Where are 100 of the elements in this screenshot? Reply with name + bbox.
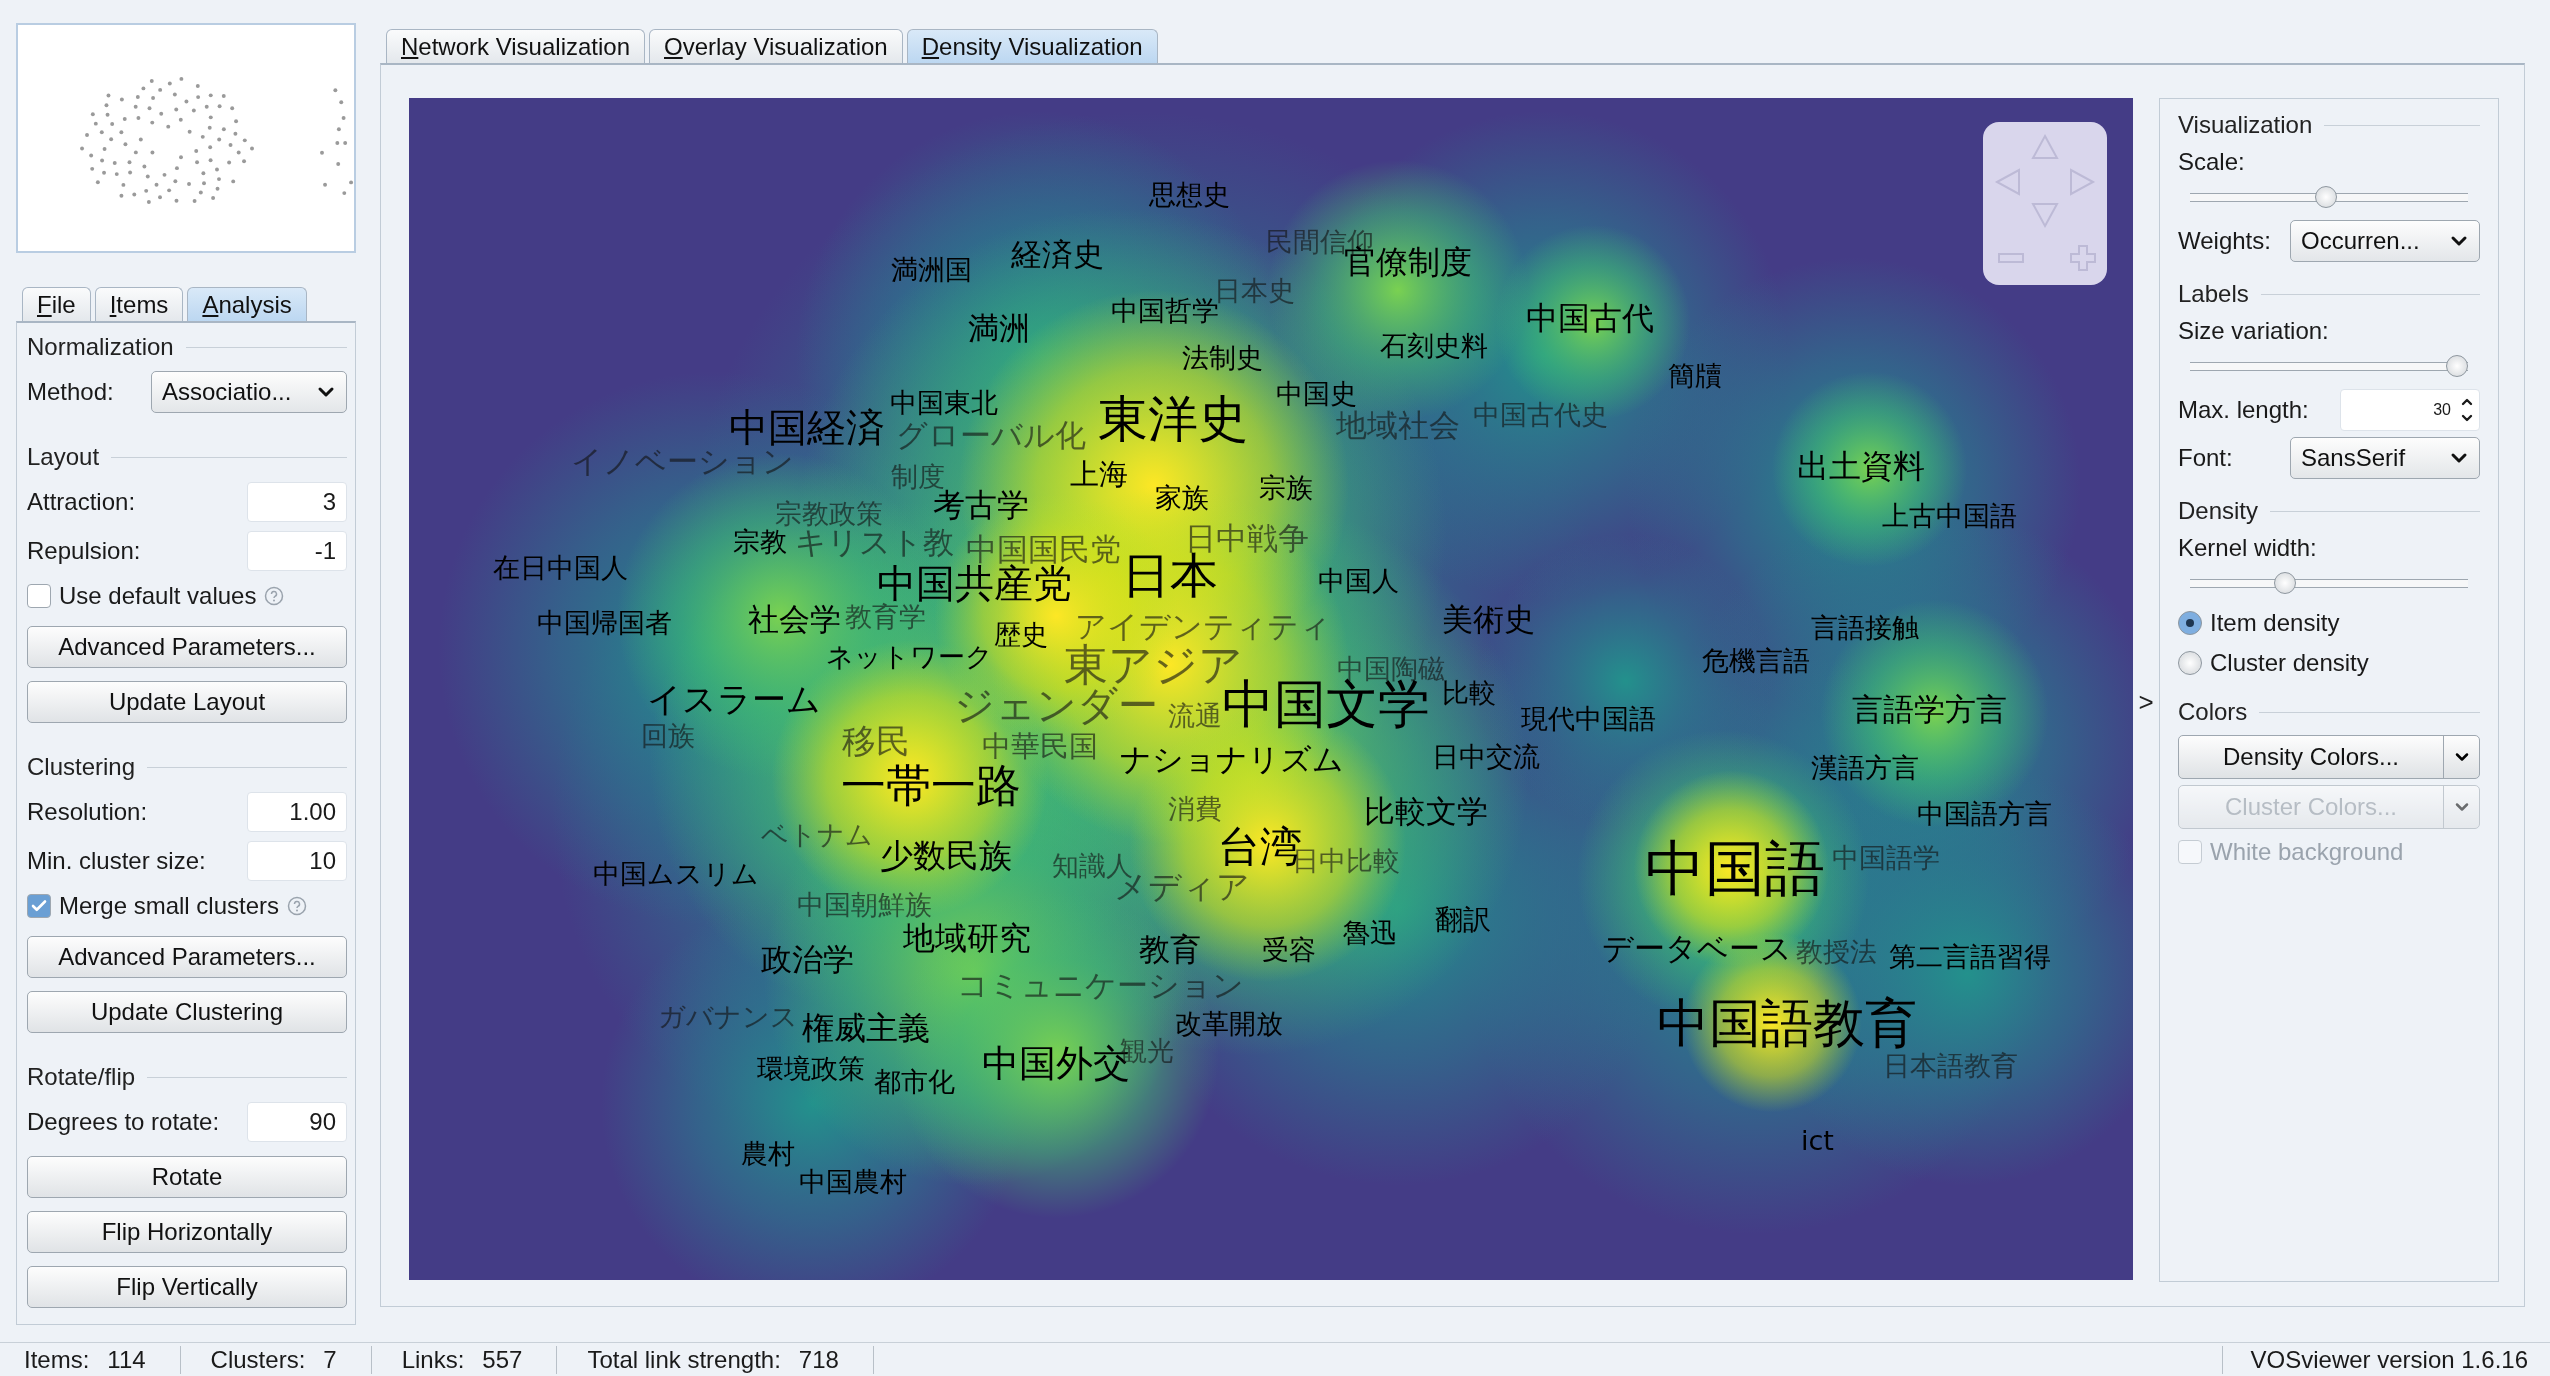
map-label[interactable]: 漢語方言: [1810, 753, 1919, 781]
panel-toggle[interactable]: >: [2133, 686, 2159, 718]
map-label[interactable]: 中国朝鮮族: [796, 890, 932, 918]
map-label[interactable]: 権威主義: [802, 1011, 930, 1044]
action-button[interactable]: Update Clustering: [27, 991, 347, 1033]
map-label[interactable]: 上古中国語: [1881, 501, 2017, 529]
map-label[interactable]: 中国経済: [729, 407, 886, 447]
map-label[interactable]: 消費: [1167, 794, 1222, 822]
map-label[interactable]: 一帯一路: [841, 762, 1022, 808]
map-label[interactable]: 中国東北: [890, 388, 999, 416]
map-label[interactable]: データベース: [1602, 932, 1793, 964]
map-label[interactable]: 地域研究: [902, 922, 1031, 955]
slider-thumb[interactable]: [2315, 186, 2338, 208]
map-label[interactable]: 言語接触: [1810, 613, 1919, 641]
map-label[interactable]: 言語学方言: [1852, 693, 2008, 725]
map-label[interactable]: 歴史: [993, 620, 1048, 648]
number-field[interactable]: 90: [247, 1102, 347, 1142]
checkbox[interactable]: [27, 894, 51, 918]
map-label[interactable]: 宗教: [733, 527, 788, 555]
map-label[interactable]: 石刻史料: [1379, 331, 1488, 359]
action-button[interactable]: Flip Horizontally: [27, 1211, 347, 1253]
map-label[interactable]: 中国語: [1644, 838, 1825, 899]
map-label[interactable]: 中国農村: [799, 1167, 907, 1195]
map-label[interactable]: 中国国民党: [965, 533, 1121, 565]
weights-dropdown[interactable]: Occurren...: [2290, 220, 2480, 262]
map-label[interactable]: 政治学: [760, 943, 854, 975]
map-label[interactable]: コミュニケーション: [956, 969, 1244, 1001]
map-label[interactable]: 中国語教育: [1656, 996, 1917, 1049]
navigation-pad[interactable]: [1983, 122, 2107, 285]
map-label[interactable]: 満洲国: [890, 255, 972, 283]
colors-button[interactable]: Density Colors...: [2179, 736, 2443, 778]
map-label[interactable]: グローバル化: [896, 419, 1087, 451]
map-label[interactable]: 流通: [1167, 701, 1222, 729]
network-overview-thumbnail[interactable]: [16, 23, 356, 253]
map-label[interactable]: 教育: [1139, 934, 1202, 965]
map-label[interactable]: 中国人: [1318, 566, 1400, 594]
map-label[interactable]: 中国ムスリム: [592, 859, 759, 887]
checkbox[interactable]: [27, 584, 51, 608]
map-label[interactable]: 中国古代: [1525, 301, 1654, 334]
map-label[interactable]: 中国共産党: [877, 563, 1073, 603]
radio-button[interactable]: [2178, 651, 2202, 675]
number-field[interactable]: 3: [247, 482, 347, 522]
font-dropdown[interactable]: SansSerif: [2290, 437, 2480, 479]
action-button[interactable]: Advanced Parameters...: [27, 936, 347, 978]
map-label[interactable]: 比較文学: [1363, 795, 1488, 827]
action-button[interactable]: Update Layout: [27, 681, 347, 723]
radio-button[interactable]: [2178, 611, 2202, 635]
help-icon[interactable]: [264, 586, 285, 606]
map-label[interactable]: 出土資料: [1797, 449, 1926, 482]
action-button[interactable]: Advanced Parameters...: [27, 626, 347, 668]
number-field[interactable]: 10: [247, 841, 347, 881]
map-label[interactable]: 教育学: [845, 602, 927, 630]
map-label[interactable]: 在日中国人: [492, 553, 628, 581]
map-label[interactable]: 東洋史: [1098, 393, 1249, 444]
map-label[interactable]: ネットワーク: [826, 642, 994, 670]
panel-tab[interactable]: File: [22, 287, 91, 321]
map-label[interactable]: 環境政策: [756, 1054, 865, 1082]
number-field[interactable]: 1.00: [247, 792, 347, 832]
view-tab[interactable]: Network Visualization: [386, 29, 645, 63]
map-label[interactable]: 受容: [1261, 936, 1316, 963]
map-label[interactable]: 中国史: [1276, 379, 1358, 407]
map-label[interactable]: アイデンティティ: [1074, 610, 1331, 641]
slider-thumb[interactable]: [2446, 355, 2468, 377]
map-label[interactable]: 第二言語習得: [1889, 942, 2052, 970]
map-label[interactable]: 上海: [1069, 459, 1128, 489]
max-length-spinner[interactable]: 30: [2340, 389, 2480, 431]
map-label[interactable]: 都市化: [874, 1067, 956, 1095]
map-label[interactable]: キリスト教: [794, 526, 954, 558]
map-label[interactable]: 考古学: [933, 489, 1030, 521]
slider-thumb[interactable]: [2274, 572, 2297, 594]
map-label[interactable]: 満洲: [968, 312, 1031, 344]
map-label[interactable]: 中国語方言: [1917, 799, 2053, 827]
number-field[interactable]: -1: [247, 531, 347, 571]
map-label[interactable]: 魯迅: [1343, 918, 1398, 946]
map-label[interactable]: 日中交流: [1431, 742, 1540, 770]
method-dropdown[interactable]: Associatio...: [151, 371, 347, 413]
map-label[interactable]: 社会学: [747, 603, 841, 635]
map-label[interactable]: 中国帰国者: [536, 608, 672, 636]
map-label[interactable]: 改革開放: [1174, 1009, 1283, 1037]
map-label[interactable]: 少数民族: [879, 838, 1012, 872]
map-label[interactable]: 法制史: [1181, 343, 1263, 371]
map-label[interactable]: 危機言語: [1701, 646, 1810, 674]
map-label[interactable]: 日中戦争: [1184, 522, 1309, 554]
map-label[interactable]: 制度: [891, 462, 946, 490]
map-label[interactable]: ナショナリズム: [1119, 743, 1344, 775]
view-tab[interactable]: Overlay Visualization: [649, 29, 903, 63]
map-label[interactable]: イスラーム: [647, 681, 822, 716]
view-tab[interactable]: Density Visualization: [906, 29, 1158, 63]
map-label[interactable]: 中華民国: [982, 731, 1099, 761]
map-label[interactable]: 日本: [1122, 551, 1219, 600]
map-label[interactable]: ベトナム: [761, 820, 874, 848]
action-button[interactable]: Rotate: [27, 1156, 347, 1198]
map-label[interactable]: 翻訳: [1434, 906, 1491, 935]
action-button[interactable]: Flip Vertically: [27, 1266, 347, 1308]
map-label[interactable]: 移民: [841, 724, 910, 759]
panel-tab[interactable]: Analysis: [187, 287, 307, 321]
map-label[interactable]: 宗族: [1258, 473, 1313, 501]
map-label[interactable]: 経済史: [1011, 238, 1105, 270]
map-label[interactable]: 家族: [1154, 483, 1209, 511]
map-label[interactable]: 現代中国語: [1520, 704, 1656, 732]
